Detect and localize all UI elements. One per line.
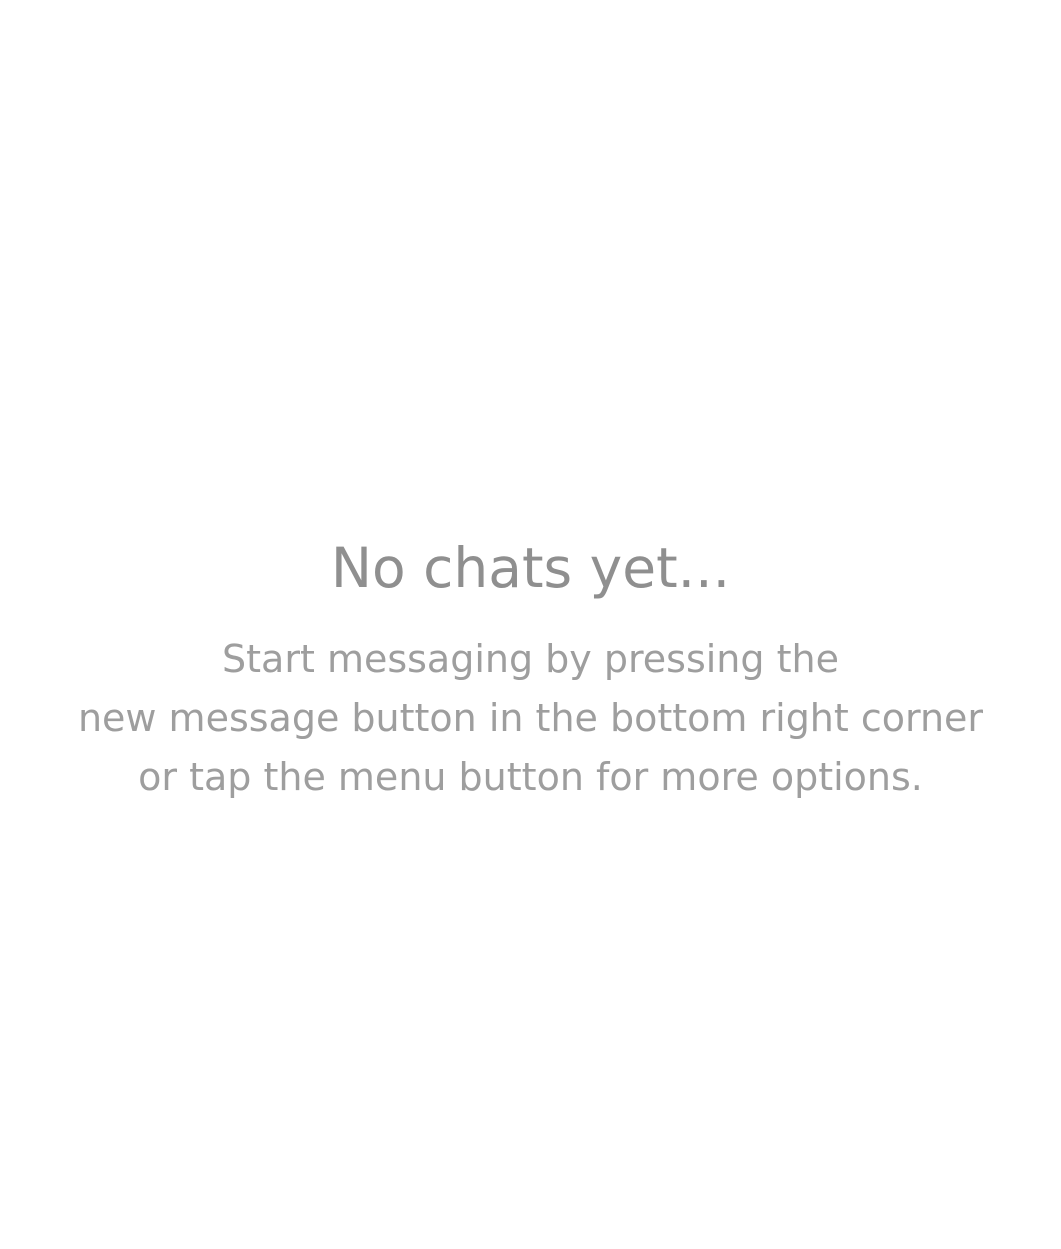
empty-state-message: Start messaging by pressing the new mess… [0,630,1061,807]
empty-chats-state: No chats yet... Start messaging by press… [0,536,1061,807]
empty-state-line-2: new message button in the bottom right c… [77,696,984,740]
empty-state-line-3: or tap the menu button for more options. [138,755,923,799]
empty-state-line-1: Start messaging by pressing the [222,637,839,681]
empty-state-title: No chats yet... [330,536,731,600]
chat-list-screen: No chats yet... Start messaging by press… [0,0,1061,1249]
